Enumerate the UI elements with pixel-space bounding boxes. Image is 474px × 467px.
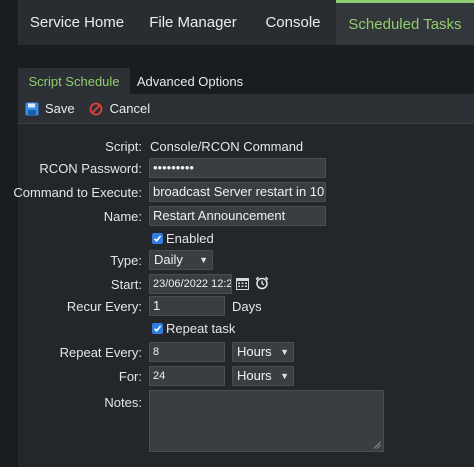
for-label: For:	[118, 369, 142, 384]
chevron-down-icon: ▼	[280, 371, 289, 381]
start-row: Start: 23/06/2022 12:22	[18, 274, 474, 296]
script-row: Script: Console/RCON Command	[18, 136, 474, 158]
tab-file-manager[interactable]: File Manager	[136, 0, 250, 45]
script-value: Console/RCON Command	[150, 139, 304, 154]
toolbar: Save Cancel	[18, 94, 474, 124]
recur-every-row: Recur Every: 1 Days	[18, 296, 474, 318]
rcon-password-row: RCON Password: •••••••••	[18, 158, 474, 180]
script-label: Script:	[105, 139, 142, 154]
for-unit-value: Hours	[237, 368, 272, 383]
name-row: Name: Restart Announcement	[18, 206, 474, 228]
repeat-task-label: Repeat task	[166, 321, 236, 336]
calendar-icon[interactable]	[236, 277, 249, 295]
resize-grip-icon[interactable]	[373, 441, 381, 449]
type-label: Type:	[110, 253, 142, 268]
repeat-task-row: Repeat task	[18, 318, 474, 340]
for-input[interactable]: 24	[149, 366, 225, 386]
repeat-task-checkbox-group: Repeat task	[152, 321, 235, 336]
save-button[interactable]: Save	[24, 101, 75, 116]
command-label: Command to Execute:	[13, 185, 142, 200]
recur-every-input[interactable]: 1	[149, 296, 225, 316]
repeat-every-unit-select[interactable]: Hours ▼	[232, 342, 294, 362]
sub-tabs: Script Schedule Advanced Options	[18, 68, 474, 94]
rcon-password-input[interactable]: •••••••••	[149, 158, 326, 178]
rcon-password-label: RCON Password:	[39, 161, 142, 176]
repeat-task-checkbox[interactable]	[152, 323, 163, 334]
tab-console[interactable]: Console	[250, 0, 336, 45]
schedule-panel: Save Cancel Script: Console/RCON Command…	[13, 94, 474, 467]
start-label: Start:	[110, 277, 142, 292]
command-input[interactable]: broadcast Server restart in 10 m	[149, 182, 326, 202]
tab-service-home[interactable]: Service Home	[18, 0, 136, 45]
top-navigation: Service Home File Manager Console Schedu…	[18, 0, 474, 45]
recur-every-label: Recur Every:	[66, 299, 142, 314]
cancel-button[interactable]: Cancel	[89, 101, 150, 116]
save-label: Save	[45, 101, 75, 116]
name-label: Name:	[103, 209, 142, 224]
type-selected-value: Daily	[154, 252, 183, 267]
for-unit-select[interactable]: Hours ▼	[232, 366, 294, 386]
prohibited-icon	[89, 101, 104, 116]
cancel-label: Cancel	[109, 101, 151, 116]
tab-advanced-options[interactable]: Advanced Options	[130, 68, 250, 94]
enabled-checkbox[interactable]	[152, 233, 163, 244]
tab-scheduled-tasks[interactable]: Scheduled Tasks	[336, 0, 474, 45]
repeat-every-input[interactable]: 8	[149, 342, 225, 362]
enabled-checkbox-group: Enabled	[152, 231, 214, 246]
name-input[interactable]: Restart Announcement	[149, 206, 326, 226]
repeat-every-row: Repeat Every: 8 Hours ▼	[18, 342, 474, 364]
checkmark-icon	[153, 325, 162, 332]
start-datetime-input[interactable]: 23/06/2022 12:22	[149, 274, 232, 294]
type-select[interactable]: Daily ▼	[149, 250, 213, 270]
command-row: Command to Execute: broadcast Server res…	[13, 182, 474, 204]
recur-every-unit: Days	[232, 299, 262, 314]
chevron-down-icon: ▼	[199, 255, 208, 265]
chevron-down-icon: ▼	[280, 347, 289, 357]
notes-textarea[interactable]	[149, 390, 384, 452]
enabled-row: Enabled	[18, 228, 474, 250]
type-row: Type: Daily ▼	[18, 250, 474, 272]
tab-script-schedule[interactable]: Script Schedule	[18, 68, 130, 94]
alarm-clock-icon[interactable]	[255, 276, 269, 295]
repeat-every-unit-value: Hours	[237, 344, 272, 359]
repeat-every-label: Repeat Every:	[59, 345, 142, 360]
enabled-label: Enabled	[166, 231, 214, 246]
floppy-disk-icon	[24, 101, 39, 116]
notes-label: Notes:	[104, 395, 142, 410]
checkmark-icon	[153, 235, 162, 242]
for-row: For: 24 Hours ▼	[18, 366, 474, 388]
